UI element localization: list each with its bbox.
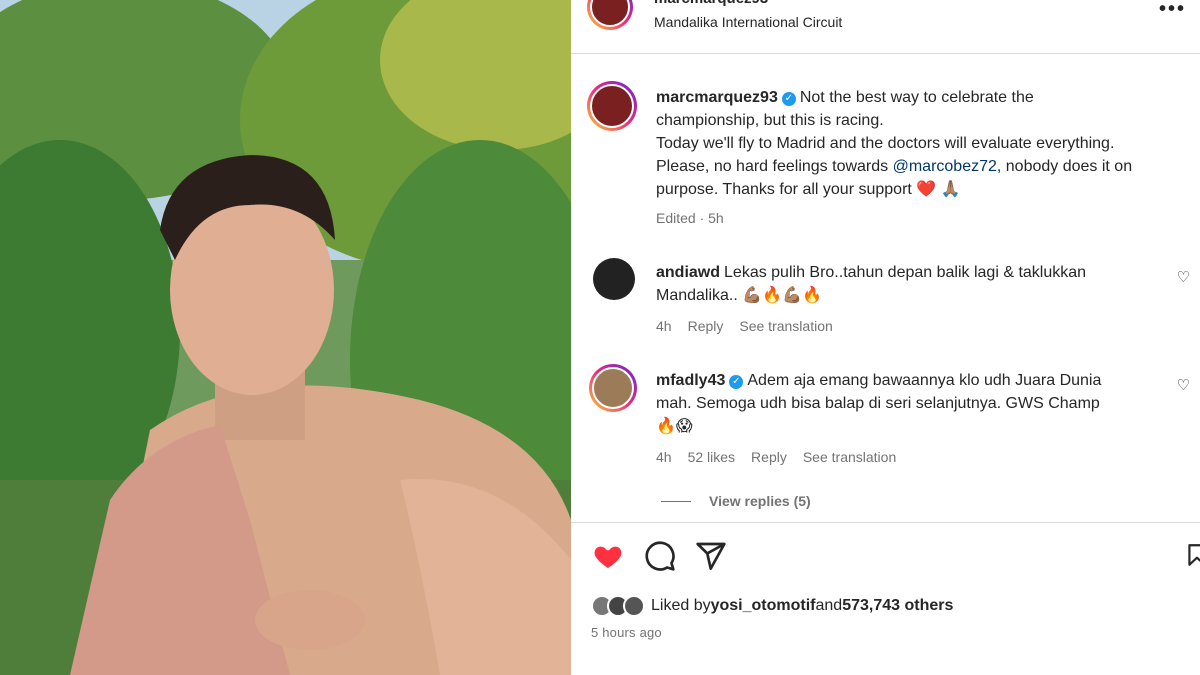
comment-meta: 4h 52 likes Reply See translation	[656, 449, 897, 465]
comment-like-heart-icon[interactable]: ♡	[1177, 376, 1190, 394]
comment-emoji: 🔥😱	[656, 418, 693, 435]
caption-avatar[interactable]	[587, 81, 637, 131]
post-timestamp: 5 hours ago	[591, 625, 662, 640]
photo-illustration	[0, 0, 571, 675]
comment-like-heart-icon[interactable]: ♡	[1177, 268, 1190, 286]
header-divider	[571, 53, 1200, 54]
heart-filled-icon[interactable]	[591, 540, 625, 572]
comment-emoji: 💪🏽🔥💪🏽🔥	[742, 287, 822, 304]
comment-meta: 4h Reply See translation	[656, 318, 833, 334]
post-photo[interactable]	[0, 0, 571, 675]
likes-summary[interactable]: Liked by yosi_otomotif and 573,743 other…	[591, 595, 953, 617]
action-bar	[591, 540, 1200, 574]
verified-badge-icon: ✓	[729, 375, 744, 389]
comment-text: andiawd Lekas pulih Bro..tahun depan bali…	[656, 264, 1087, 304]
caption-text: marcmarquez93 ✓ Not the best way to celebr…	[656, 89, 1133, 198]
likes-count[interactable]: 573,743 others	[842, 597, 953, 615]
post-details-panel: marcmarquez93 Mandalika International Ci…	[571, 0, 1200, 675]
comment-icon[interactable]	[643, 540, 677, 572]
header-username[interactable]: marcmarquez93	[654, 0, 768, 7]
comment-avatar[interactable]	[589, 364, 637, 412]
comment-username[interactable]: mfadly43	[656, 372, 725, 389]
more-horizontal-icon[interactable]: •••	[1159, 0, 1186, 21]
mention-link[interactable]: @marcobez72,	[893, 158, 1002, 175]
see-translation-link[interactable]: See translation	[803, 449, 896, 465]
comment-username[interactable]: andiawd	[656, 264, 720, 281]
header-location[interactable]: Mandalika International Circuit	[654, 14, 842, 30]
reply-button[interactable]: Reply	[688, 318, 724, 334]
liker-avatars	[591, 595, 645, 617]
see-translation-link[interactable]: See translation	[739, 318, 832, 334]
reply-button[interactable]: Reply	[751, 449, 787, 465]
view-replies-button[interactable]: View replies (5)	[661, 493, 811, 509]
replies-line	[661, 501, 691, 502]
caption-emoji: ❤️ 🙏🏽	[916, 181, 961, 198]
liker-username[interactable]: yosi_otomotif	[711, 597, 816, 615]
comments-divider	[571, 522, 1200, 523]
comment-text: mfadly43 ✓ Adem aja emang bawaannya klo ud…	[656, 372, 1102, 435]
header-avatar[interactable]	[587, 0, 633, 30]
bookmark-icon[interactable]	[1184, 540, 1200, 570]
comment-likes-count[interactable]: 52 likes	[688, 449, 735, 465]
share-icon[interactable]	[694, 540, 728, 572]
caption-meta: Edited · 5h	[656, 210, 724, 226]
caption-username[interactable]: marcmarquez93	[656, 89, 778, 106]
comment-avatar[interactable]	[593, 258, 635, 300]
verified-badge-icon: ✓	[781, 92, 796, 106]
